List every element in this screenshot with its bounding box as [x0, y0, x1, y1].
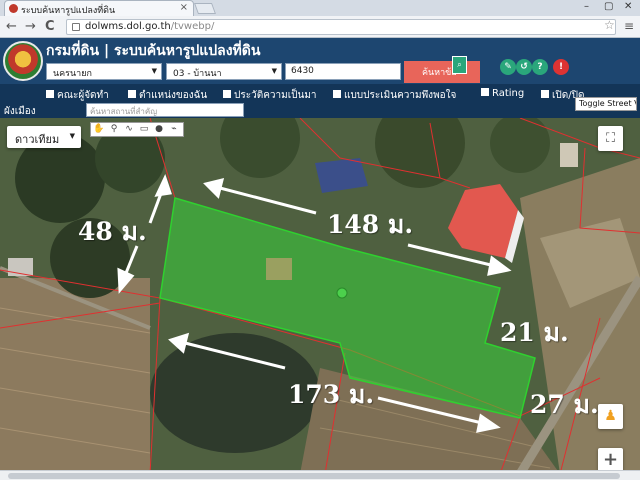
checkbox-icon[interactable]: [333, 90, 341, 98]
dimension-right-long-label: 27 ม.: [530, 390, 599, 419]
layer-my-location[interactable]: ตำแหน่งของฉัน: [128, 88, 207, 103]
checkbox-icon[interactable]: [46, 90, 54, 98]
address-bar-row: ← → C dolwms.dol.go.th/tvwebp/ ☆ ≡: [0, 16, 640, 38]
bookmark-star-icon[interactable]: ☆: [604, 18, 615, 32]
polygon-icon[interactable]: ⌁: [168, 124, 180, 134]
marker-icon[interactable]: ⚲: [108, 124, 120, 134]
place-search-input[interactable]: ค้นหาสถานที่สำคัญ: [86, 103, 244, 117]
checkbox-icon[interactable]: [541, 90, 549, 98]
browser-menu-icon[interactable]: ≡: [624, 19, 634, 33]
browser-tab[interactable]: ระบบค้นหารูปแปลงที่ดิน ×: [4, 0, 194, 16]
url-input[interactable]: dolwms.dol.go.th/tvwebp/: [66, 19, 616, 35]
polyline-icon[interactable]: ∿: [123, 124, 135, 134]
search-icon[interactable]: ⌕: [452, 56, 467, 74]
scrollbar-thumb[interactable]: [8, 473, 620, 479]
minimize-icon[interactable]: –: [584, 1, 589, 12]
forward-icon[interactable]: →: [25, 19, 36, 34]
layer-label: ประวัติความเป็นมา: [234, 90, 317, 101]
layer-label: Rating: [492, 88, 525, 99]
help-icon[interactable]: ?: [532, 59, 548, 75]
province-select-value: นครนายก: [53, 69, 92, 79]
parcel-number-input[interactable]: 6430: [285, 63, 401, 80]
chevron-down-icon: ▼: [271, 67, 277, 75]
tab-close-icon[interactable]: ×: [180, 2, 188, 13]
reload-icon[interactable]: C: [45, 19, 55, 34]
tab-bar: ระบบค้นหารูปแปลงที่ดิน × – ▢ ✕: [0, 0, 640, 16]
layer-history[interactable]: ประวัติความเป็นมา: [223, 88, 317, 103]
layer-label: ตำแหน่งของฉัน: [139, 90, 208, 101]
checkbox-icon[interactable]: [481, 88, 489, 96]
horizontal-scrollbar[interactable]: [0, 470, 640, 480]
dimension-top-label: 148 ม.: [327, 210, 414, 239]
checkbox-icon[interactable]: [128, 90, 136, 98]
district-select-value: 03 - บ้านนา: [173, 69, 222, 79]
drawing-toolbar: ✋ ⚲ ∿ ▭ ● ⌁: [90, 122, 184, 137]
layer-label: คณะผู้จัดทำ: [57, 90, 109, 101]
chevron-down-icon: ▼: [69, 132, 75, 140]
zoom-in-button[interactable]: +: [598, 448, 623, 472]
circle-icon[interactable]: ●: [153, 124, 165, 134]
alert-icon[interactable]: !: [553, 59, 569, 75]
dol-logo-icon: [3, 41, 43, 81]
fullscreen-icon[interactable]: ⛶: [598, 126, 623, 151]
search-button[interactable]: ค้นหาข้อ: [404, 61, 480, 83]
district-select[interactable]: 03 - บ้านนา ▼: [166, 63, 282, 80]
toggle-street-view-button[interactable]: Toggle Street Vi: [575, 97, 637, 111]
favicon-icon: [9, 4, 18, 13]
dimension-left-label: 48 ม.: [78, 217, 147, 246]
layer-town-plan[interactable]: ผังเมือง: [4, 104, 36, 119]
tab-title: ระบบค้นหารูปแปลงที่ดิน: [21, 6, 116, 16]
chevron-down-icon: ▼: [151, 67, 157, 75]
url-host: dolwms.dol.go.th: [85, 21, 171, 32]
share-icon[interactable]: ✎: [500, 59, 516, 75]
pegman-street-view-icon[interactable]: ♟: [598, 404, 623, 429]
window-close-icon[interactable]: ✕: [624, 1, 632, 12]
url-path: /tvwebp/: [170, 21, 215, 32]
new-tab-button[interactable]: [193, 3, 217, 14]
checkbox-icon[interactable]: [223, 90, 231, 98]
rectangle-icon[interactable]: ▭: [138, 124, 150, 134]
dimension-right-short-label: 21 ม.: [500, 318, 569, 347]
layer-rating[interactable]: Rating: [481, 88, 524, 99]
map-type-label: ดาวเทียม: [15, 133, 60, 146]
layer-satisfaction[interactable]: แบบประเมินความพึงพอใจ: [333, 88, 456, 103]
map-type-select[interactable]: ดาวเทียม ▼: [7, 126, 81, 148]
hand-pan-icon[interactable]: ✋: [93, 124, 105, 134]
province-select[interactable]: นครนายก ▼: [46, 63, 162, 80]
app-title: กรมที่ดิน | ระบบค้นหารูปแปลงที่ดิน: [46, 43, 261, 59]
page-icon: [72, 23, 80, 31]
back-icon[interactable]: ←: [6, 19, 17, 34]
dimension-bottom-label: 173 ม.: [288, 380, 375, 409]
layer-team[interactable]: คณะผู้จัดทำ: [46, 88, 109, 103]
layer-label: แบบประเมินความพึงพอใจ: [344, 90, 457, 101]
link-icon[interactable]: ↺: [516, 59, 532, 75]
maximize-icon[interactable]: ▢: [604, 1, 613, 12]
